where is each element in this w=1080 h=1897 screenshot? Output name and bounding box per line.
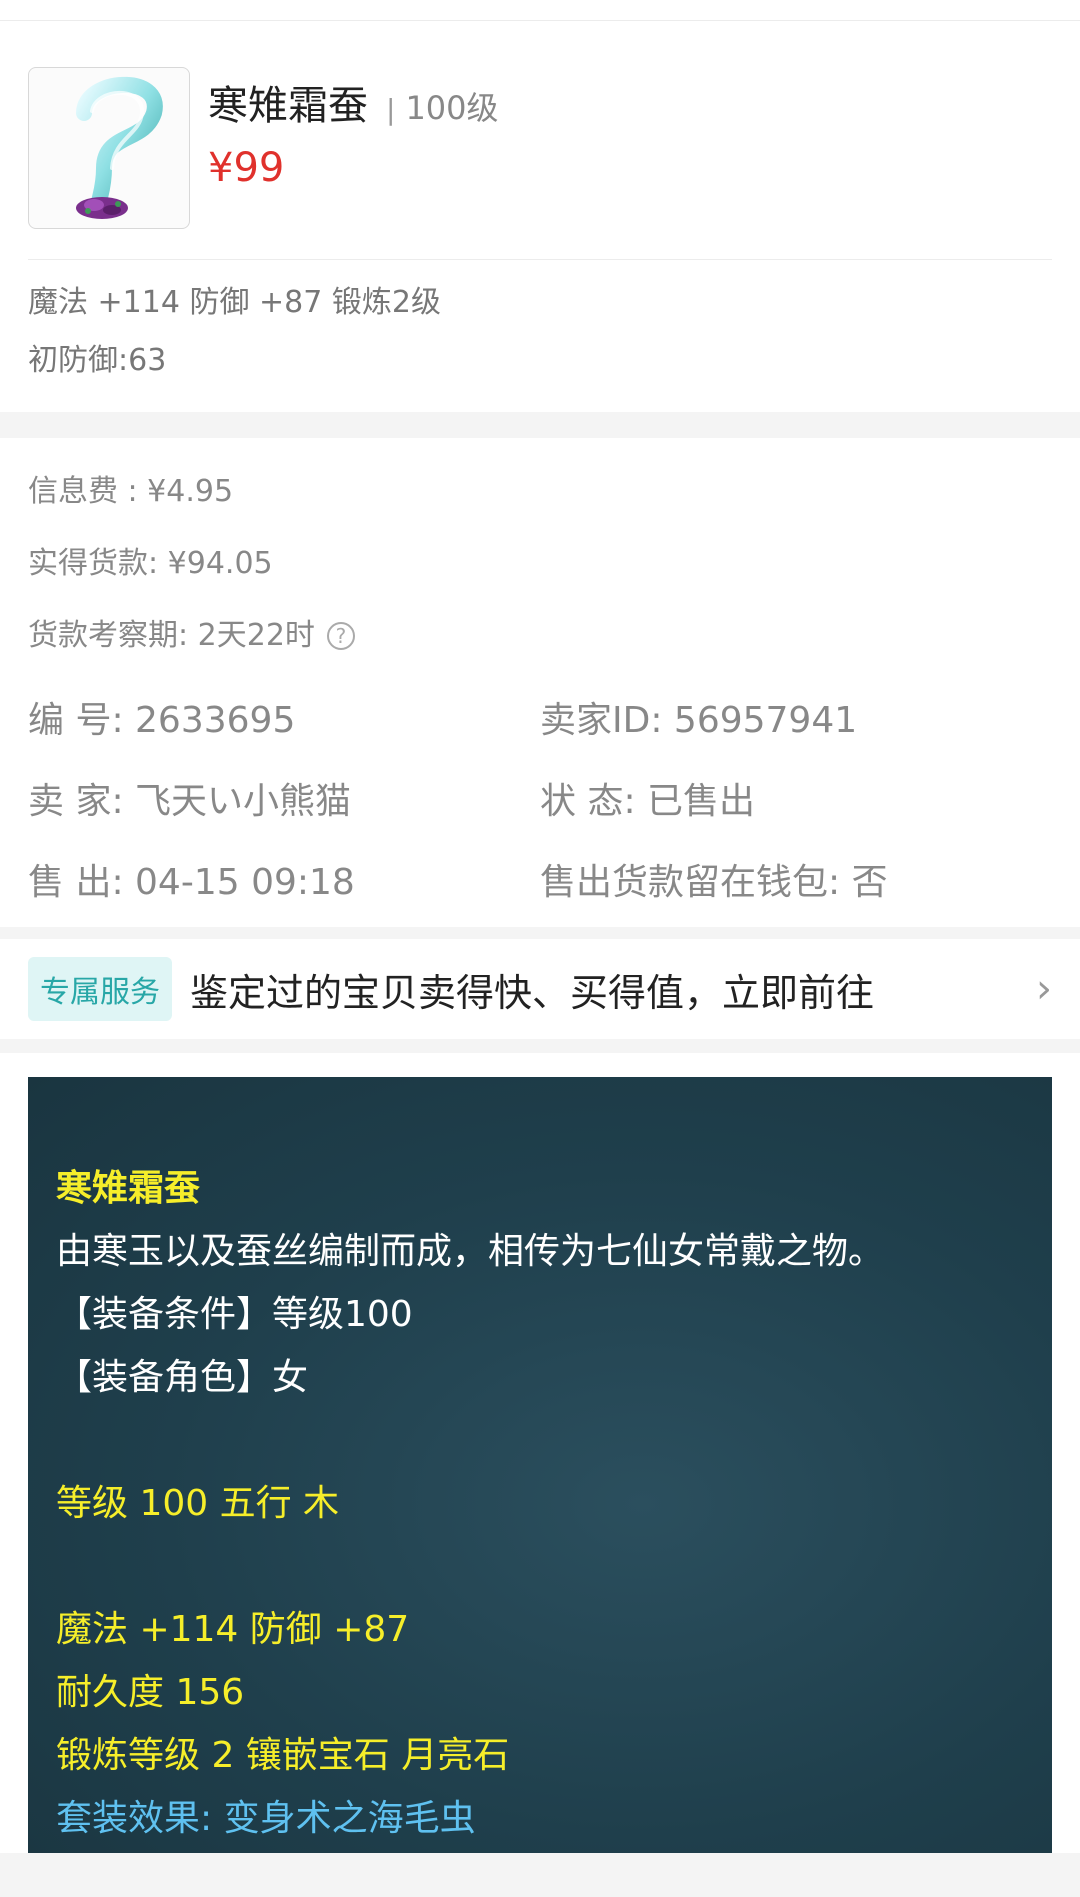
detail-grid: 编 号: 2633695 卖家ID: 56957941 卖 家: 飞天い小熊猫 … — [28, 672, 1052, 923]
fee-card: 信息费 : ¥4.95 实得货款: ¥94.05 货款考察期: 2天22时 ? … — [0, 438, 1080, 927]
desc-line: 【装备角色】女 — [56, 1357, 309, 1398]
info-fee-text: 信息费 : ¥4.95 — [28, 474, 234, 509]
desc-line: 【装备条件】等级100 — [56, 1294, 413, 1335]
attribute-line: 魔法 +114 防御 +87 锻炼2级 — [28, 285, 441, 320]
service-text: 鉴定过的宝贝卖得快、买得值，立即前往 — [190, 970, 875, 1015]
jade-silk-ribbon-icon — [76, 76, 163, 219]
title-separator: | — [386, 93, 396, 126]
chevron-right-icon: › — [1036, 966, 1052, 1012]
desc-title: 寒雉霜蚕 — [56, 1168, 201, 1209]
top-strip — [0, 0, 1080, 21]
review-period: 货款考察期: 2天22时 ? — [28, 600, 1052, 672]
sold-time: 售 出: 04-15 09:18 — [28, 862, 355, 903]
item-level: 100级 — [405, 89, 499, 127]
item-card: 寒雉霜蚕 | 100级 ¥99 魔法 +114 防御 +87 锻炼2级 初防御:… — [0, 21, 1080, 412]
section-gap — [0, 1039, 1080, 1053]
desc-line: 套装效果: 变身术之海毛虫 — [56, 1798, 476, 1839]
description-wrapper: 寒雉霜蚕 由寒玉以及蚕丝编制而成，相传为七仙女常戴之物。 【装备条件】等级100… — [0, 1053, 1080, 1853]
question-circle-icon[interactable]: ? — [326, 622, 355, 650]
actual-payment-text: 实得货款: ¥94.05 — [28, 546, 273, 581]
section-gap — [0, 927, 1080, 939]
keep-in-wallet: 售出货款留在钱包: 否 — [540, 862, 888, 903]
item-price: ¥99 — [208, 145, 285, 191]
item-header-text: 寒雉霜蚕 | 100级 ¥99 — [208, 67, 499, 191]
section-gap — [0, 412, 1080, 438]
desc-line: 锻炼等级 2 镶嵌宝石 月亮石 — [56, 1735, 510, 1776]
desc-line: 魔法 +114 防御 +87 — [56, 1609, 410, 1650]
title-row: 寒雉霜蚕 | 100级 — [208, 73, 499, 131]
item-attributes: 魔法 +114 防御 +87 锻炼2级 初防御:63 — [28, 260, 1052, 412]
item-title: 寒雉霜蚕 — [208, 83, 368, 129]
seller-name: 卖 家: 飞天い小熊猫 — [28, 781, 352, 822]
desc-line: 等级 100 五行 木 — [56, 1483, 340, 1524]
actual-payment: 实得货款: ¥94.05 — [28, 528, 1052, 600]
serial-number: 编 号: 2633695 — [28, 700, 296, 741]
service-banner[interactable]: 专属服务 鉴定过的宝贝卖得快、买得值，立即前往 › — [0, 939, 1080, 1039]
item-thumbnail[interactable] — [28, 67, 190, 229]
desc-line: 由寒玉以及蚕丝编制而成，相传为七仙女常戴之物。 — [56, 1231, 885, 1272]
review-period-text: 货款考察期: 2天22时 — [28, 618, 315, 653]
attribute-line: 初防御:63 — [28, 343, 167, 378]
description-panel: 寒雉霜蚕 由寒玉以及蚕丝编制而成，相传为七仙女常戴之物。 【装备条件】等级100… — [28, 1077, 1052, 1853]
desc-spacer — [56, 1409, 1024, 1472]
desc-spacer — [56, 1535, 1024, 1598]
info-fee: 信息费 : ¥4.95 — [28, 456, 1052, 528]
seller-id: 卖家ID: 56957941 — [540, 700, 858, 741]
service-badge: 专属服务 — [28, 957, 172, 1021]
status: 状 态: 已售出 — [540, 781, 756, 822]
item-header: 寒雉霜蚕 | 100级 ¥99 — [28, 37, 1052, 260]
desc-line: 耐久度 156 — [56, 1672, 245, 1713]
